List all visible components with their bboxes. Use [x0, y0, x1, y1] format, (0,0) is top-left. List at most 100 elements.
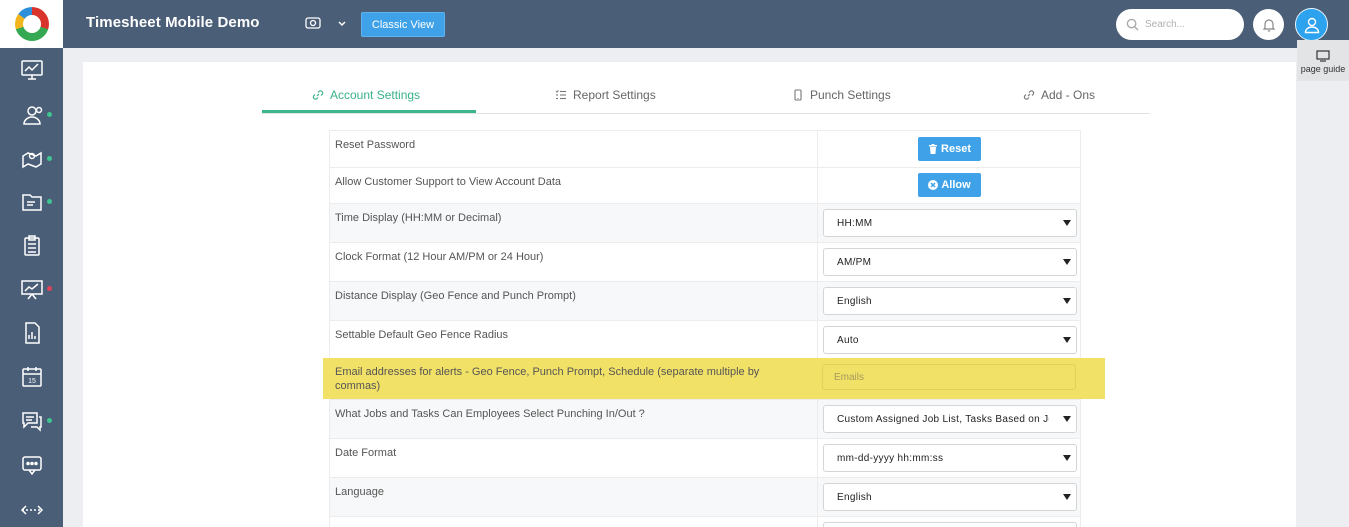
email-alerts-label: Email addresses for alerts - Geo Fence, …	[335, 366, 760, 392]
page-guide-label: page guide	[1300, 64, 1346, 74]
setting-label: Time Display (HH:MM or Decimal)	[335, 212, 502, 224]
sidebar-item-chat[interactable]	[0, 399, 63, 442]
setting-label: Date Format	[335, 447, 397, 459]
date-format-select[interactable]: mm-dd-yyyy hh:mm:ss	[823, 444, 1077, 472]
column-divider	[817, 131, 818, 167]
search-icon	[1126, 18, 1139, 31]
select-value: English	[837, 295, 872, 307]
setting-label: Language	[335, 486, 384, 498]
select-value: Custom Assigned Job List, Tasks Based on…	[837, 413, 1049, 425]
tab-report-settings[interactable]: Report Settings	[555, 76, 656, 114]
settings-row-time-display: Time Display (HH:MM or Decimal) HH:MM	[329, 203, 1081, 242]
sidebar-item-clipboard[interactable]	[0, 224, 63, 267]
settings-tabs: Account Settings Report Settings Punch S…	[262, 76, 1150, 114]
setting-label: What Jobs and Tasks Can Employees Select…	[335, 408, 645, 420]
setting-label: Distance Display (Geo Fence and Punch Pr…	[335, 290, 576, 302]
column-divider	[817, 517, 818, 527]
allow-button[interactable]: Allow	[918, 173, 981, 197]
link-icon	[1023, 90, 1035, 100]
tab-account-settings[interactable]: Account Settings	[312, 76, 420, 114]
settings-row-allow-support: Allow Customer Support to View Account D…	[329, 167, 1081, 203]
setting-label: Reset Password	[335, 139, 416, 151]
logo-icon	[14, 7, 49, 41]
clipboard-list-icon	[23, 234, 40, 256]
trash-icon	[929, 144, 938, 154]
user-avatar[interactable]	[1295, 8, 1328, 41]
folder-icon	[21, 193, 42, 211]
sidebar-item-messages[interactable]	[0, 443, 63, 486]
select-value: HH:MM	[837, 217, 873, 229]
dashboard-chart-icon	[20, 59, 43, 80]
caret-down-icon	[1063, 220, 1071, 226]
report-document-icon	[24, 321, 40, 344]
sidebar-item-map[interactable]	[0, 137, 63, 180]
search-box[interactable]	[1116, 9, 1244, 40]
select-value: AM/PM	[837, 256, 872, 268]
setting-label: Clock Format (12 Hour AM/PM or 24 Hour)	[335, 251, 544, 263]
clock-format-select[interactable]: AM/PM	[823, 248, 1077, 276]
caret-down-icon	[1063, 494, 1071, 500]
reset-button[interactable]: Reset	[918, 137, 981, 161]
notification-dot	[47, 286, 52, 291]
tab-punch-settings[interactable]: Punch Settings	[792, 76, 891, 114]
settings-row-date-format: Date Format mm-dd-yyyy hh:mm:ss	[329, 438, 1081, 477]
notification-dot	[47, 156, 52, 161]
monitor-icon	[1316, 50, 1330, 62]
notifications-button[interactable]	[1253, 9, 1284, 40]
settings-row-jobs-tasks: What Jobs and Tasks Can Employees Select…	[329, 399, 1081, 438]
user-icon	[1304, 17, 1319, 33]
reset-button-label: Reset	[941, 143, 971, 155]
page-guide-button[interactable]: page guide	[1297, 40, 1349, 81]
sidebar-item-calendar[interactable]: 15	[0, 355, 63, 398]
allow-button-label: Allow	[941, 179, 971, 191]
sidebar: 15	[0, 0, 63, 527]
column-divider	[817, 478, 818, 516]
sidebar-item-presentation[interactable]	[0, 267, 63, 310]
map-location-icon	[21, 151, 42, 168]
column-divider	[817, 400, 818, 438]
settings-row-reset-password: Reset Password Reset	[329, 130, 1081, 167]
sidebar-item-reports[interactable]	[0, 311, 63, 354]
sidebar-item-dashboard[interactable]	[0, 48, 63, 91]
setting-label: Allow Customer Support to View Account D…	[335, 176, 562, 188]
search-input[interactable]	[1145, 19, 1237, 30]
distance-display-select[interactable]: English	[823, 287, 1077, 315]
chevron-down-icon[interactable]	[337, 19, 347, 29]
column-divider	[817, 282, 818, 320]
chat-icon	[21, 411, 42, 432]
caret-down-icon	[1063, 259, 1071, 265]
caret-down-icon	[1063, 416, 1071, 422]
message-dots-icon	[21, 455, 42, 475]
calendar-icon: 15	[21, 366, 42, 387]
money-icon[interactable]	[305, 17, 321, 29]
bell-icon	[1262, 18, 1275, 32]
column-divider	[817, 321, 818, 358]
column-divider	[817, 439, 818, 477]
settings-row-language: Language English	[329, 477, 1081, 516]
setting-label: Settable Default Geo Fence Radius	[335, 329, 509, 341]
email-alerts-input[interactable]: Emails	[822, 364, 1076, 390]
column-divider	[817, 168, 818, 203]
svg-text:15: 15	[28, 378, 36, 385]
classic-view-button[interactable]: Classic View	[361, 12, 445, 37]
tab-add-ons[interactable]: Add - Ons	[1023, 76, 1095, 114]
top-header: Timesheet Mobile Demo Classic View	[63, 0, 1349, 48]
sidebar-item-integrations[interactable]	[0, 488, 63, 527]
sidebar-item-employees[interactable]	[0, 93, 63, 136]
arrows-horizontal-icon	[20, 504, 43, 515]
app-title: Timesheet Mobile Demo	[86, 14, 260, 31]
close-circle-icon	[928, 180, 939, 190]
partial-select[interactable]	[823, 522, 1077, 527]
employees-icon	[22, 105, 42, 125]
select-value: mm-dd-yyyy hh:mm:ss	[837, 452, 944, 464]
jobs-tasks-select[interactable]: Custom Assigned Job List, Tasks Based on…	[823, 405, 1077, 433]
sidebar-item-folder[interactable]	[0, 180, 63, 223]
app-logo[interactable]	[0, 0, 63, 48]
geo-fence-radius-select[interactable]: Auto	[823, 326, 1077, 354]
phone-icon	[794, 89, 802, 101]
settings-row-partial	[329, 516, 1081, 527]
language-select[interactable]: English	[823, 483, 1077, 511]
tab-label: Add - Ons	[1041, 88, 1096, 102]
link-icon	[312, 90, 324, 100]
time-display-select[interactable]: HH:MM	[823, 209, 1077, 237]
